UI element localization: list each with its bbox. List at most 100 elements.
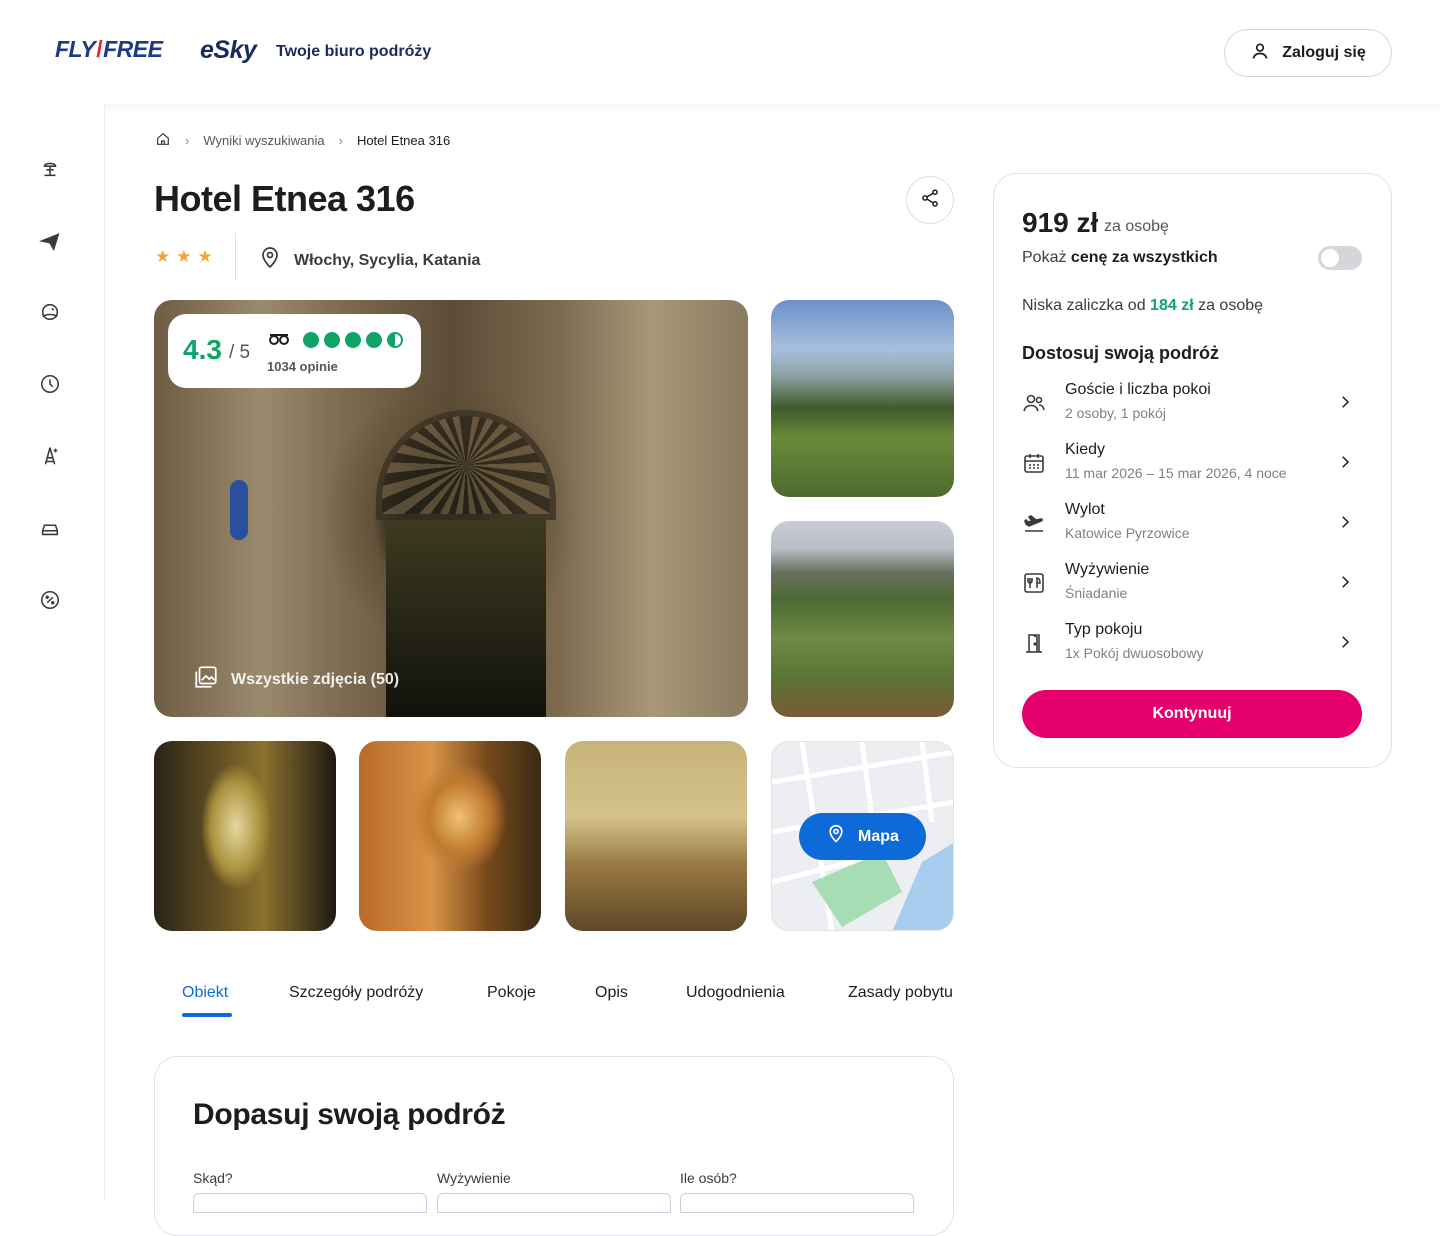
share-button[interactable] — [906, 176, 954, 224]
show-total-price-label: Pokaż cenę za wszystkich — [1022, 249, 1218, 266]
from-label: Skąd? — [193, 1170, 233, 1186]
option-label: Wyżywienie — [1065, 561, 1150, 578]
breadcrumb-separator: › — [185, 133, 190, 148]
home-icon[interactable] — [155, 131, 171, 150]
tab-szczegoly[interactable]: Szczegóły podróży — [289, 984, 423, 1002]
hotel-photo-lobby[interactable] — [154, 741, 336, 931]
option-room-type[interactable]: Typ pokoju 1x Pokój dwuosobowy — [1022, 621, 1362, 669]
chevron-right-icon — [1336, 573, 1354, 591]
reviews-count: 1034 opinie — [267, 359, 338, 374]
hotel-stars: ★ ★ ★ — [155, 247, 213, 267]
toggle-knob — [1321, 249, 1339, 267]
photo-arch — [376, 410, 556, 520]
price-amount: 919 zł — [1022, 207, 1099, 238]
continue-button[interactable]: Kontynuuj — [1022, 690, 1362, 738]
login-button[interactable]: Zaloguj się — [1224, 29, 1392, 77]
airplane-icon[interactable] — [38, 228, 62, 252]
meal-label: Wyżywienie — [437, 1170, 511, 1186]
hotel-location: Włochy, Sycylia, Katania — [258, 246, 480, 275]
gallery-icon — [193, 664, 219, 695]
flyfree-logo[interactable]: FLY/FREE — [55, 36, 163, 63]
option-meals[interactable]: Wyżywienie Śniadanie — [1022, 561, 1362, 609]
map-pin-icon — [826, 824, 846, 849]
option-value: Katowice Pyrzowice — [1065, 525, 1190, 541]
total-price-toggle[interactable] — [1318, 246, 1362, 270]
option-value: 2 osoby, 1 pokój — [1065, 405, 1166, 421]
customize-title: Dostosuj swoją podróż — [1022, 343, 1220, 363]
content-shadow — [105, 104, 1440, 114]
map-button[interactable]: Mapa — [799, 813, 926, 860]
discount-icon[interactable] — [38, 588, 62, 612]
section-tabs: Obiekt Szczegóły podróży Pokoje Opis Udo… — [154, 984, 954, 1024]
rating-bubble-full — [324, 332, 340, 348]
tab-zasady[interactable]: Zasady pobytu — [848, 984, 953, 1002]
calendar-icon — [1022, 451, 1046, 475]
from-input[interactable] — [193, 1193, 427, 1213]
esky-logo[interactable]: eSky — [200, 36, 257, 65]
meal-icon — [1022, 571, 1046, 595]
all-photos-button[interactable]: Wszystkie zdjęcia (50) — [193, 664, 399, 695]
car-icon[interactable] — [38, 516, 62, 540]
price-per-person: za osobę — [1104, 218, 1169, 235]
deposit-info: Niska zaliczka od 184 zł za osobę — [1022, 297, 1264, 314]
share-icon — [920, 188, 940, 213]
breadcrumb-current: Hotel Etnea 316 — [356, 133, 451, 148]
active-tab-indicator — [182, 1013, 232, 1017]
option-label: Typ pokoju — [1065, 621, 1143, 638]
option-dates[interactable]: Kiedy 11 mar 2026 – 15 mar 2026, 4 noce — [1022, 441, 1362, 489]
clock-icon[interactable] — [38, 372, 62, 396]
meal-input[interactable] — [437, 1193, 671, 1213]
rating-bubble-full — [345, 332, 361, 348]
star-icon: ★ — [155, 247, 171, 266]
fit-trip-title: Dopasuj swoją podróż — [193, 1098, 506, 1131]
guests-icon — [1022, 391, 1046, 415]
hotel-photo-desk[interactable] — [565, 741, 747, 931]
tab-obiekt[interactable]: Obiekt — [182, 984, 228, 1002]
breadcrumb-search-results[interactable]: Wyniki wyszukiwania — [203, 133, 324, 148]
tagline: Twoje biuro podróży — [276, 43, 432, 60]
tab-pokoje[interactable]: Pokoje — [487, 984, 536, 1002]
hotel-photo-valley[interactable] — [771, 521, 954, 717]
rating-bubble-full — [303, 332, 319, 348]
city-icon[interactable] — [38, 444, 62, 468]
option-departure[interactable]: Wylot Katowice Pyrzowice — [1022, 501, 1362, 549]
divider — [235, 233, 236, 280]
tab-opis[interactable]: Opis — [595, 984, 628, 1002]
option-label: Wylot — [1065, 501, 1105, 518]
hotel-photo-garden[interactable] — [771, 300, 954, 497]
chevron-right-icon — [1336, 633, 1354, 651]
pin-icon — [258, 246, 282, 275]
option-label: Kiedy — [1065, 441, 1106, 458]
people-input[interactable] — [680, 1193, 914, 1213]
rating-value: 4.3 — [183, 334, 222, 365]
hotel-title: Hotel Etnea 316 — [154, 178, 415, 219]
option-value: Śniadanie — [1065, 585, 1128, 601]
star-icon: ★ — [176, 247, 192, 266]
rating-bubble-full — [366, 332, 382, 348]
rating-card[interactable]: 4.3 / 5 1034 opinie — [168, 314, 421, 388]
star-icon: ★ — [197, 247, 213, 266]
sidebar-nav — [0, 104, 105, 1200]
breadcrumb-separator: › — [338, 133, 343, 148]
option-value: 11 mar 2026 – 15 mar 2026, 4 noce — [1065, 465, 1287, 481]
tab-udogodnienia[interactable]: Udogodnienia — [686, 984, 785, 1002]
map-label: Mapa — [858, 827, 899, 845]
departure-icon — [1022, 511, 1046, 535]
chevron-right-icon — [1336, 453, 1354, 471]
user-icon — [1250, 41, 1270, 66]
location-text: Włochy, Sycylia, Katania — [294, 251, 481, 269]
option-label: Goście i liczba pokoi — [1065, 381, 1211, 398]
chevron-right-icon — [1336, 393, 1354, 411]
option-guests[interactable]: Goście i liczba pokoi 2 osoby, 1 pokój — [1022, 381, 1362, 429]
chevron-right-icon — [1336, 513, 1354, 531]
rating-bubble-half — [387, 332, 403, 348]
all-photos-label: Wszystkie zdjęcia (50) — [231, 670, 400, 688]
login-label: Zaloguj się — [1282, 44, 1366, 61]
island-icon[interactable] — [38, 300, 62, 324]
tripadvisor-bubbles — [303, 332, 403, 348]
hotel-photo-reception[interactable] — [359, 741, 541, 931]
photo-sign — [230, 480, 248, 540]
beach-umbrella-icon[interactable] — [38, 156, 62, 180]
breadcrumb: › Wyniki wyszukiwania › Hotel Etnea 316 — [155, 131, 450, 150]
option-value: 1x Pokój dwuosobowy — [1065, 645, 1204, 661]
